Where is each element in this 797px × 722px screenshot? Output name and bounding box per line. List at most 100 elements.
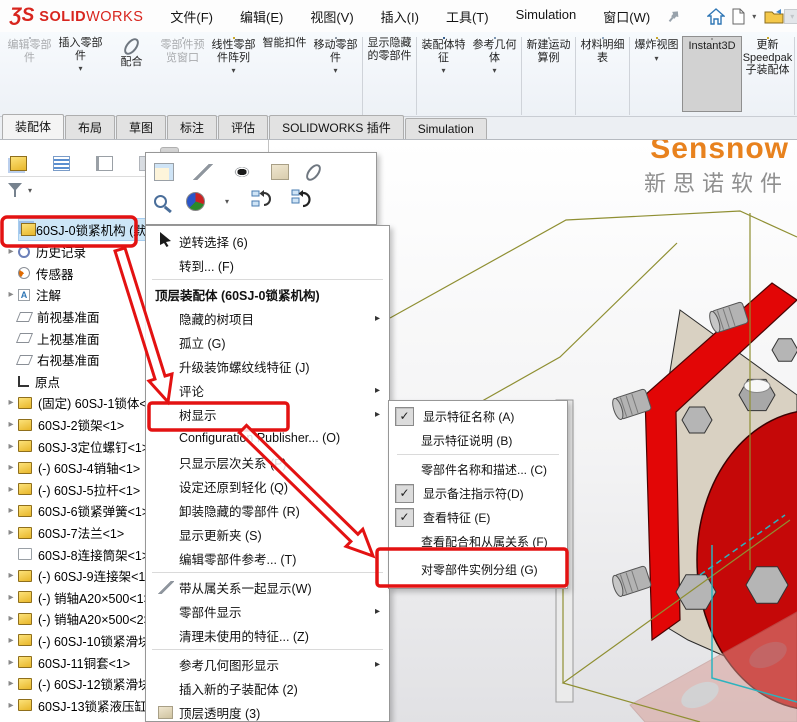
expander-icon[interactable]: ▸ (4, 527, 18, 538)
context-menu-item-10[interactable]: 设定还原到轻化 (Q) (146, 474, 389, 498)
context-menu-item-18[interactable]: 插入新的子装配体 (2) (146, 676, 389, 700)
submenu-item-6[interactable]: 对零部件实例分组 (G) (389, 553, 567, 586)
context-menu-item-3[interactable]: 隐藏的树项目▸ (146, 306, 389, 330)
dropdown-caret-icon[interactable]: ▾ (654, 53, 658, 62)
context-menu-item-14[interactable]: 带从属关系一起显示(W) (146, 575, 389, 599)
expander-icon[interactable]: ▸ (4, 289, 18, 300)
ribbon-tab-0[interactable]: 装配体 (2, 114, 64, 139)
tree-item-label: 原点 (35, 372, 60, 391)
show-components-icon[interactable] (232, 164, 252, 180)
dropdown-caret-icon[interactable]: ▾ (225, 197, 229, 206)
ribbon-button-6[interactable]: 移动零部件▾ (310, 36, 361, 74)
expander-icon[interactable]: ▸ (4, 570, 18, 581)
appearance-icon[interactable] (186, 192, 205, 211)
menubar-item-4[interactable]: 工具(T) (445, 5, 490, 28)
zoom-to-selection-icon[interactable] (154, 195, 167, 208)
ribbon-tab-1[interactable]: 布局 (65, 115, 115, 139)
context-menu-item-13[interactable]: 编辑零部件参考... (T) (146, 546, 389, 570)
context-menu-item-7[interactable]: 树显示▸ (146, 402, 389, 426)
context-menu-item-12[interactable]: 显示更新夹 (S) (146, 522, 389, 546)
menu-bar: 文件(F) 编辑(E) 视图(V) 插入(I) 工具(T) Simulation 窗口(W) (169, 5, 651, 28)
dropdown-caret-icon[interactable]: ▾ (78, 63, 82, 72)
preview-window-icon[interactable] (154, 163, 174, 181)
open-icon[interactable] (763, 7, 785, 25)
dropdown-caret-icon[interactable]: ▾ (752, 12, 756, 21)
context-menu-item-19[interactable]: 顶层透明度 (3) (146, 700, 389, 722)
configurationmanager-tab-icon[interactable] (96, 156, 113, 171)
ribbon-tab-5[interactable]: SOLIDWORKS 插件 (269, 115, 404, 139)
expander-icon[interactable]: ▸ (4, 592, 18, 603)
ribbon-button-1[interactable]: 插入零部件▾ (55, 36, 106, 72)
expander-icon[interactable]: ▸ (4, 462, 18, 473)
dropdown-caret-icon[interactable]: ▾ (441, 65, 445, 74)
ribbon-button-13[interactable]: Instant3D (682, 36, 742, 112)
context-menu-item-11[interactable]: 卸装隐藏的零部件 (R) (146, 498, 389, 522)
ribbon-button-2[interactable]: 配合 (106, 36, 157, 79)
ribbon-button-11[interactable]: 材料明细表 (577, 36, 628, 74)
ribbon-button-4[interactable]: 线性零部件阵列▾ (208, 36, 259, 74)
submenu-item-4[interactable]: ✓查看特征 (E) (389, 505, 567, 529)
expander-icon[interactable]: ▸ (4, 613, 18, 624)
menubar-item-6[interactable]: 窗口(W) (602, 5, 651, 28)
mate-icon[interactable] (303, 161, 323, 183)
context-menu-item-17[interactable]: 参考几何图形显示▸ (146, 652, 389, 676)
expander-icon[interactable]: ▸ (4, 657, 18, 668)
expander-icon[interactable]: ▸ (4, 419, 18, 430)
hide-components-icon[interactable] (193, 164, 213, 180)
ribbon-tab-6[interactable]: Simulation (405, 118, 487, 139)
ribbon-button-5[interactable]: 智能扣件 (259, 36, 310, 60)
context-menu-item-0[interactable]: 逆转选择 (6) (146, 229, 389, 253)
expander-icon[interactable]: ▸ (4, 397, 18, 408)
swap-components-icon[interactable] (251, 189, 272, 214)
ribbon-tab-4[interactable]: 评估 (218, 115, 268, 139)
ribbon-button-8[interactable]: 装配体特征▾ (418, 36, 469, 74)
menubar-item-5[interactable]: Simulation (515, 5, 578, 28)
expander-icon[interactable]: ▸ (4, 484, 18, 495)
featuremanager-tab-icon[interactable] (10, 156, 27, 171)
submenu-item-3[interactable]: ✓显示备注指示符(D) (389, 481, 567, 505)
context-menu-item-15[interactable]: 零部件显示▸ (146, 599, 389, 623)
sensnow-subtitle: 新思诺软件 (644, 166, 789, 198)
menubar-item-1[interactable]: 编辑(E) (239, 5, 284, 28)
context-menu-item-6[interactable]: 评论▸ (146, 378, 389, 402)
menubar-item-3[interactable]: 插入(I) (380, 5, 420, 28)
submenu-item-1[interactable]: 显示特征说明 (B) (389, 428, 567, 452)
submenu-item-5[interactable]: 查看配合和从属关系 (F) (389, 529, 567, 553)
new-document-icon[interactable] (730, 7, 747, 26)
change-transparency-icon[interactable] (271, 164, 289, 180)
expander-icon[interactable]: ▸ (4, 678, 18, 689)
menu-separator (152, 649, 383, 650)
ribbon-button-14[interactable]: 更新Speedpak子装配体 (742, 36, 793, 87)
context-menu-item-4[interactable]: 孤立 (G) (146, 330, 389, 354)
home-icon[interactable] (706, 7, 726, 26)
ribbon-tab-3[interactable]: 标注 (167, 115, 217, 139)
menu-item-label: 升级装饰螺纹线特征 (J) (179, 357, 389, 376)
ribbon-button-12[interactable]: 爆炸视图▾ (631, 36, 682, 62)
submenu-item-2[interactable]: 零部件名称和描述... (C) (389, 457, 567, 481)
filter-dropdown-caret[interactable]: ▾ (28, 186, 32, 195)
pin-icon[interactable] (667, 9, 682, 24)
ribbon-tab-2[interactable]: 草图 (116, 115, 166, 139)
menubar-item-2[interactable]: 视图(V) (309, 5, 354, 28)
menubar-item-0[interactable]: 文件(F) (169, 5, 214, 28)
expander-icon[interactable]: ▸ (4, 700, 18, 711)
context-menu-item-9[interactable]: 只显示层次关系 (P) (146, 450, 389, 474)
expander-icon[interactable]: ▸ (4, 505, 18, 516)
ribbon-button-9[interactable]: 参考几何体▾ (469, 36, 520, 74)
dropdown-caret-icon[interactable]: ▾ (333, 65, 337, 74)
context-menu-item-5[interactable]: 升级装饰螺纹线特征 (J) (146, 354, 389, 378)
context-menu-item-1[interactable]: 转到... (F) (146, 253, 389, 277)
expander-icon[interactable]: ▸ (4, 246, 18, 257)
dropdown-caret-icon[interactable]: ▾ (492, 65, 496, 74)
ribbon-button-7[interactable]: 显示隐藏的零部件 (364, 36, 415, 72)
dropdown-caret-icon[interactable]: ▾ (231, 65, 235, 74)
expander-icon[interactable]: ▸ (4, 635, 18, 646)
ribbon-button-10[interactable]: 新建运动算例 (523, 36, 574, 74)
submenu-item-0[interactable]: ✓显示特征名称 (A) (389, 404, 567, 428)
filter-icon[interactable] (8, 183, 24, 198)
propertymanager-tab-icon[interactable] (53, 156, 70, 171)
context-menu-item-16[interactable]: 清理未使用的特征... (Z) (146, 623, 389, 647)
expander-icon[interactable]: ▸ (4, 441, 18, 452)
reload-components-icon[interactable] (291, 189, 312, 214)
context-menu-item-8[interactable]: Configuration Publisher... (O) (146, 426, 389, 450)
